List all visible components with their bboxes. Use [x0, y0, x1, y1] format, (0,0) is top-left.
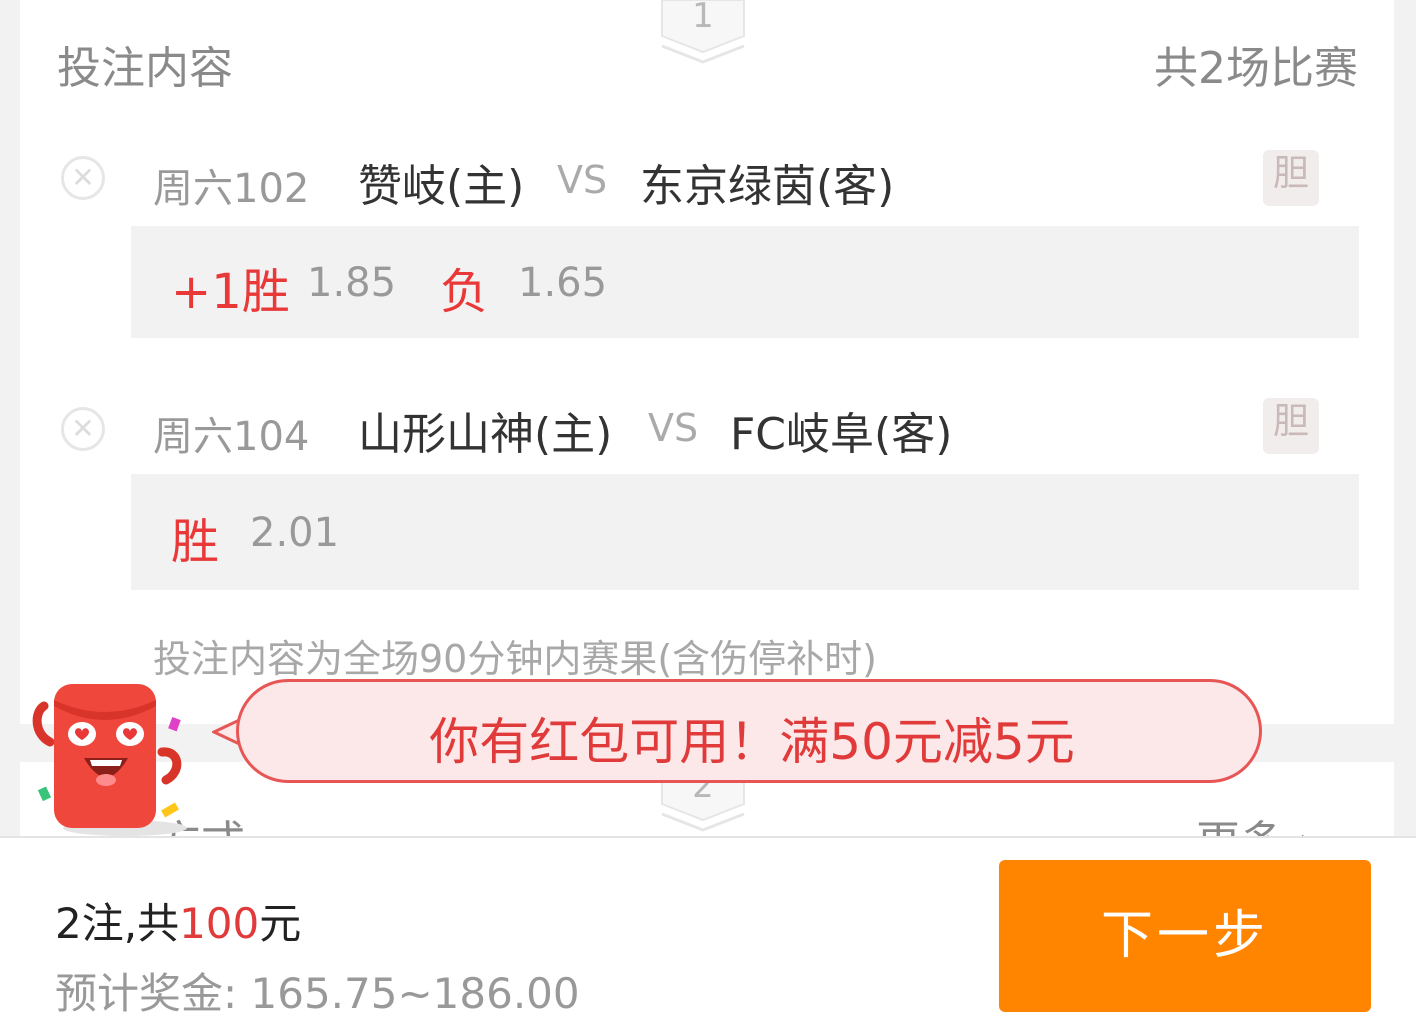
bet-note: 投注内容为全场90分钟内赛果(含伤停补时)	[153, 637, 878, 681]
vs-label: VS	[557, 158, 608, 202]
away-team: FC岐阜(客)	[730, 409, 953, 460]
estimated-bonus: 预计奖金: 165.75~186.00	[55, 969, 580, 1018]
red-envelope-mascot-icon[interactable]	[30, 676, 220, 846]
vs-label: VS	[648, 406, 699, 450]
home-team: 山形山神(主)	[358, 409, 613, 460]
bet-count: 2注,共	[55, 899, 180, 948]
remove-match-icon[interactable]: ✕	[61, 156, 105, 200]
remove-match-icon[interactable]: ✕	[61, 407, 105, 451]
next-step-button[interactable]: 下一步	[999, 860, 1371, 1012]
currency-unit: 元	[259, 899, 302, 948]
bet-amount: 100	[179, 899, 260, 948]
step-number: 1	[692, 0, 714, 36]
section-title: 投注内容	[57, 43, 233, 94]
red-packet-promo[interactable]: 你有红包可用！满50元减5元	[236, 679, 1262, 783]
bottom-bar: 2注,共100元 预计奖金: 165.75~186.00 下一步	[0, 836, 1416, 1020]
pick-odd: 2.01	[250, 510, 340, 556]
pick-label: 胜	[171, 514, 220, 570]
odds-box[interactable]: 胜 2.01	[131, 474, 1359, 590]
away-team: 东京绿茵(客)	[640, 161, 895, 212]
match-code: 周六104	[153, 414, 310, 460]
pick-label: +1胜	[171, 264, 290, 320]
bet-content-card: 1 投注内容 共2场比赛 ✕ 周六102 赞岐(主) VS 东京绿茵(客) 胆 …	[20, 0, 1394, 724]
bet-summary: 2注,共100元	[55, 890, 301, 951]
banker-button[interactable]: 胆	[1263, 398, 1319, 454]
step-badge-1: 1	[660, 0, 746, 66]
match-code: 周六102	[153, 166, 310, 212]
pick-label: 负	[440, 264, 489, 320]
odds-box[interactable]: +1胜 1.85 负 1.65	[131, 226, 1359, 338]
pick-odd: 1.85	[307, 260, 397, 306]
promo-text: 你有红包可用！满50元减5元	[429, 713, 1075, 771]
banker-button[interactable]: 胆	[1263, 150, 1319, 206]
home-team: 赞岐(主)	[358, 161, 525, 212]
pick-odd: 1.65	[518, 260, 608, 306]
match-count: 共2场比赛	[1154, 43, 1358, 94]
